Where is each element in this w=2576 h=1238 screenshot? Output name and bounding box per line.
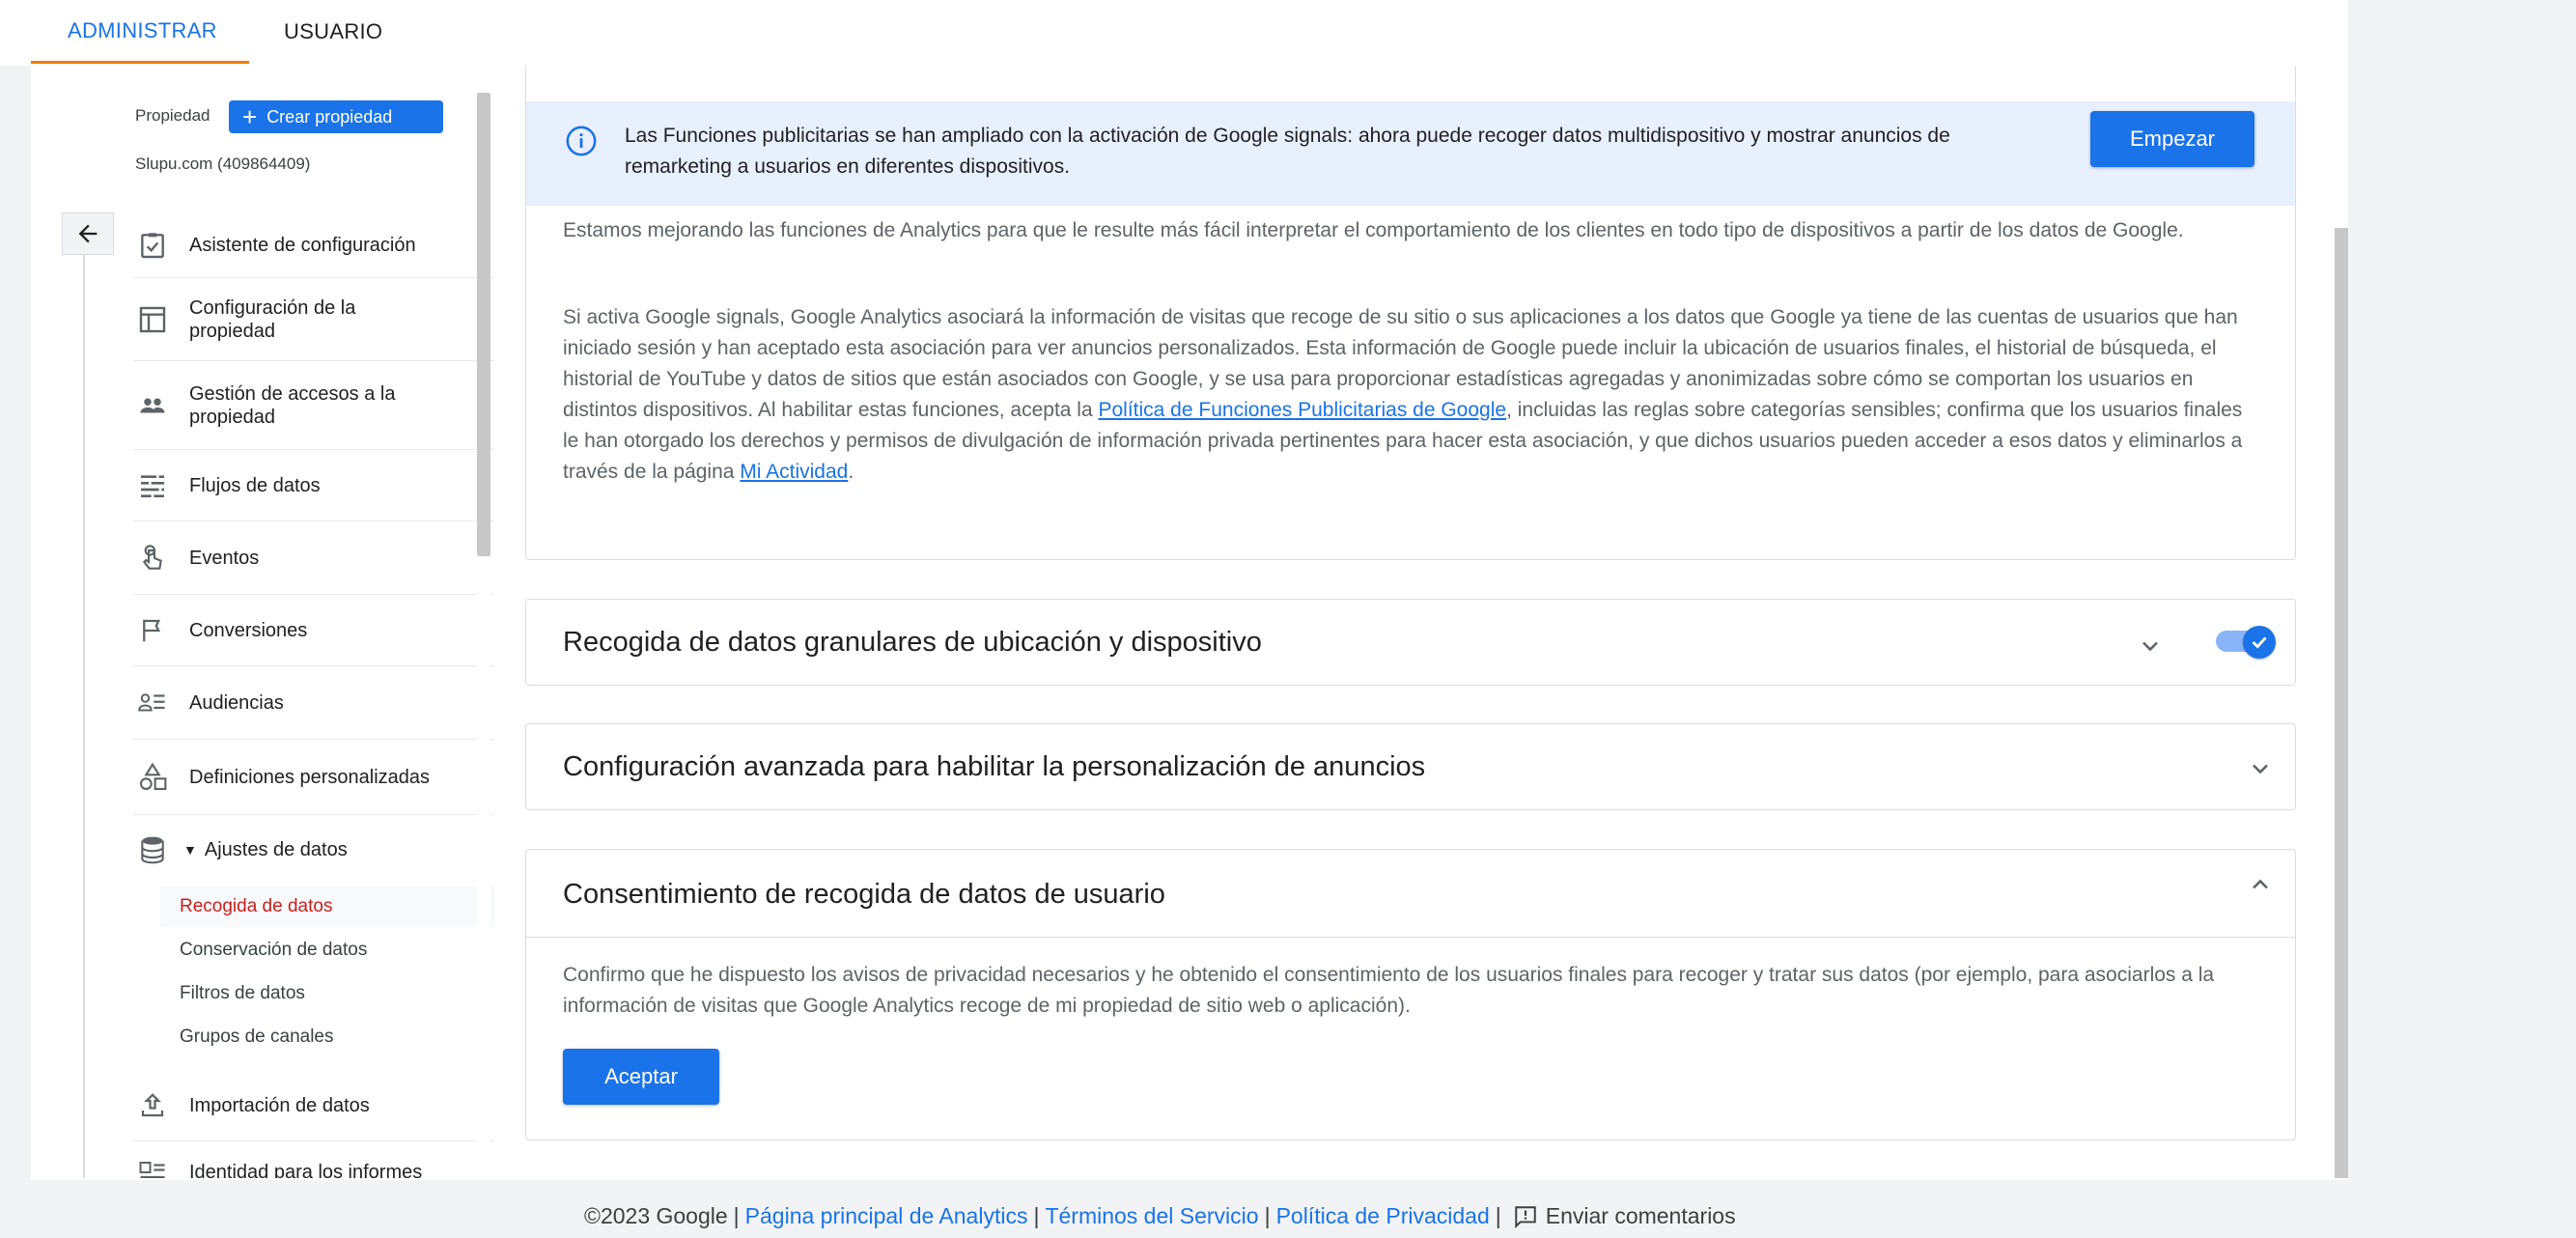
sidebar-scrollbar-thumb[interactable] — [477, 93, 490, 556]
advanced-ads-title: Configuración avanzada para habilitar la… — [563, 751, 1426, 782]
sidebar-item-label: Flujos de datos — [189, 474, 321, 496]
database-icon — [133, 830, 172, 869]
granular-data-title: Recogida de datos granulares de ubicació… — [563, 627, 1262, 658]
sidebar-item-accesos[interactable]: Gestión de accesos a la propiedad — [133, 361, 494, 450]
create-property-button[interactable]: + Crear propiedad — [229, 100, 443, 133]
user-consent-card: Consentimiento de recogida de datos de u… — [525, 849, 2296, 1140]
privacy-link[interactable]: Política de Privacidad — [1276, 1203, 1490, 1229]
chevron-down-icon[interactable] — [2137, 633, 2164, 660]
my-activity-link[interactable]: Mi Actividad — [740, 461, 848, 483]
touch-icon — [133, 539, 172, 577]
main-content: Las Funciones publicitarias se han ampli… — [494, 66, 2348, 1178]
sub-item-conservacion[interactable]: Conservación de datos — [160, 930, 494, 971]
copyright: ©2023 Google — [584, 1203, 728, 1228]
user-consent-title: Consentimiento de recogida de datos de u… — [563, 879, 1165, 910]
tab-usuario[interactable]: USUARIO — [284, 0, 382, 64]
feedback-icon[interactable] — [1513, 1204, 1538, 1229]
checklist-icon — [133, 226, 172, 265]
sidebar-item-label: Audiencias — [189, 691, 284, 714]
footer-separator: | — [733, 1203, 740, 1228]
identity-icon — [133, 1153, 172, 1178]
footer-separator: | — [1495, 1203, 1501, 1228]
sub-item-filtros[interactable]: Filtros de datos — [160, 973, 494, 1014]
sidebar-item-label: Ajustes de datos — [204, 839, 348, 860]
right-gutter — [2348, 0, 2576, 1188]
main-scrollbar-thumb[interactable] — [2335, 228, 2348, 1178]
flag-icon — [133, 611, 172, 650]
sub-item-recogida[interactable]: Recogida de datos — [160, 886, 494, 927]
sidebar-item-label: Asistente de configuración — [189, 234, 416, 256]
chevron-down-icon[interactable] — [2247, 755, 2274, 782]
layout-icon — [133, 300, 172, 339]
sidebar-divider — [83, 212, 85, 1178]
card-divider — [526, 937, 2295, 938]
info-icon — [565, 125, 598, 162]
sidebar-item-label: Importación de datos — [189, 1094, 370, 1116]
property-label: Propiedad — [135, 106, 210, 125]
sidebar-item-label: Eventos — [189, 547, 260, 569]
consent-text: Confirmo que he dispuesto los avisos de … — [563, 964, 2215, 1017]
sidebar-item-ajustes[interactable]: ▼ Ajustes de datos — [133, 815, 494, 885]
feedback-link[interactable]: Enviar comentarios — [1546, 1203, 1736, 1229]
footer-separator: | — [1264, 1203, 1271, 1228]
advanced-ads-card[interactable]: Configuración avanzada para habilitar la… — [525, 723, 2296, 810]
granular-toggle-check-icon[interactable] — [2243, 626, 2276, 659]
signals-detail-text: Si activa Google signals, Google Analyti… — [563, 302, 2253, 488]
caret-down-icon: ▼ — [183, 842, 197, 858]
sidebar-item-label: Identidad para los informes — [189, 1162, 423, 1178]
google-signals-card: Las Funciones publicitarias se han ampli… — [525, 66, 2296, 560]
sidebar-item-audiencias[interactable]: Audiencias — [133, 666, 494, 740]
sub-item-grupos[interactable]: Grupos de canales — [160, 1017, 494, 1057]
chevron-up-icon[interactable] — [2247, 871, 2274, 898]
sidebar-item-asistente[interactable]: Asistente de configuración — [133, 212, 494, 278]
accept-button[interactable]: Aceptar — [563, 1049, 719, 1105]
sidebar-item-label: Conversiones — [189, 619, 308, 641]
sidebar-item-identidad[interactable]: Identidad para los informes — [133, 1143, 494, 1178]
sidebar-item-conversiones[interactable]: Conversiones — [133, 595, 494, 666]
property-name: Slupu.com (409864409) — [135, 155, 311, 173]
signals-detail-part: . — [848, 461, 854, 483]
create-property-label: Crear propiedad — [266, 106, 393, 127]
ads-policy-link[interactable]: Política de Funciones Publicitarias de G… — [1098, 399, 1506, 421]
back-arrow-icon[interactable] — [62, 212, 114, 255]
sidebar-item-label: Gestión de accesos a la propiedad — [189, 382, 396, 428]
signals-intro-text: Estamos mejorando las funciones de Analy… — [563, 219, 2184, 241]
tab-administrar[interactable]: ADMINISTRAR — [31, 0, 249, 64]
sidebar-item-importacion[interactable]: Importación de datos — [133, 1070, 494, 1141]
left-gutter — [0, 66, 31, 1186]
footer-separator: | — [1033, 1203, 1040, 1228]
audience-icon — [133, 684, 172, 722]
streams-icon — [133, 466, 172, 505]
info-banner-text: Las Funciones publicitarias se han ampli… — [625, 125, 1950, 178]
terms-link[interactable]: Términos del Servicio — [1045, 1203, 1258, 1229]
info-banner: Las Funciones publicitarias se han ampli… — [526, 101, 2295, 206]
upload-icon — [133, 1086, 172, 1125]
start-button[interactable]: Empezar — [2090, 111, 2254, 167]
sidebar-item-flujos[interactable]: Flujos de datos — [133, 450, 494, 521]
admin-sidebar: Propiedad + Crear propiedad Slupu.com (4… — [31, 66, 494, 1178]
analytics-home-link[interactable]: Página principal de Analytics — [745, 1203, 1028, 1229]
footer: ©2023 Google | Página principal de Analy… — [584, 1203, 1736, 1229]
shapes-icon — [133, 758, 172, 797]
sidebar-item-definiciones[interactable]: Definiciones personalizadas — [133, 740, 494, 815]
sidebar-item-label: Definiciones personalizadas — [189, 766, 431, 788]
top-tabs: ADMINISTRAR USUARIO — [31, 0, 2348, 66]
people-icon — [133, 386, 172, 425]
sidebar-item-configuracion[interactable]: Configuración de la propiedad — [133, 278, 494, 361]
plus-icon: + — [242, 102, 258, 131]
sidebar-item-eventos[interactable]: Eventos — [133, 521, 494, 595]
sidebar-item-label: Configuración de la propiedad — [189, 296, 356, 342]
granular-data-card[interactable]: Recogida de datos granulares de ubicació… — [525, 599, 2296, 686]
